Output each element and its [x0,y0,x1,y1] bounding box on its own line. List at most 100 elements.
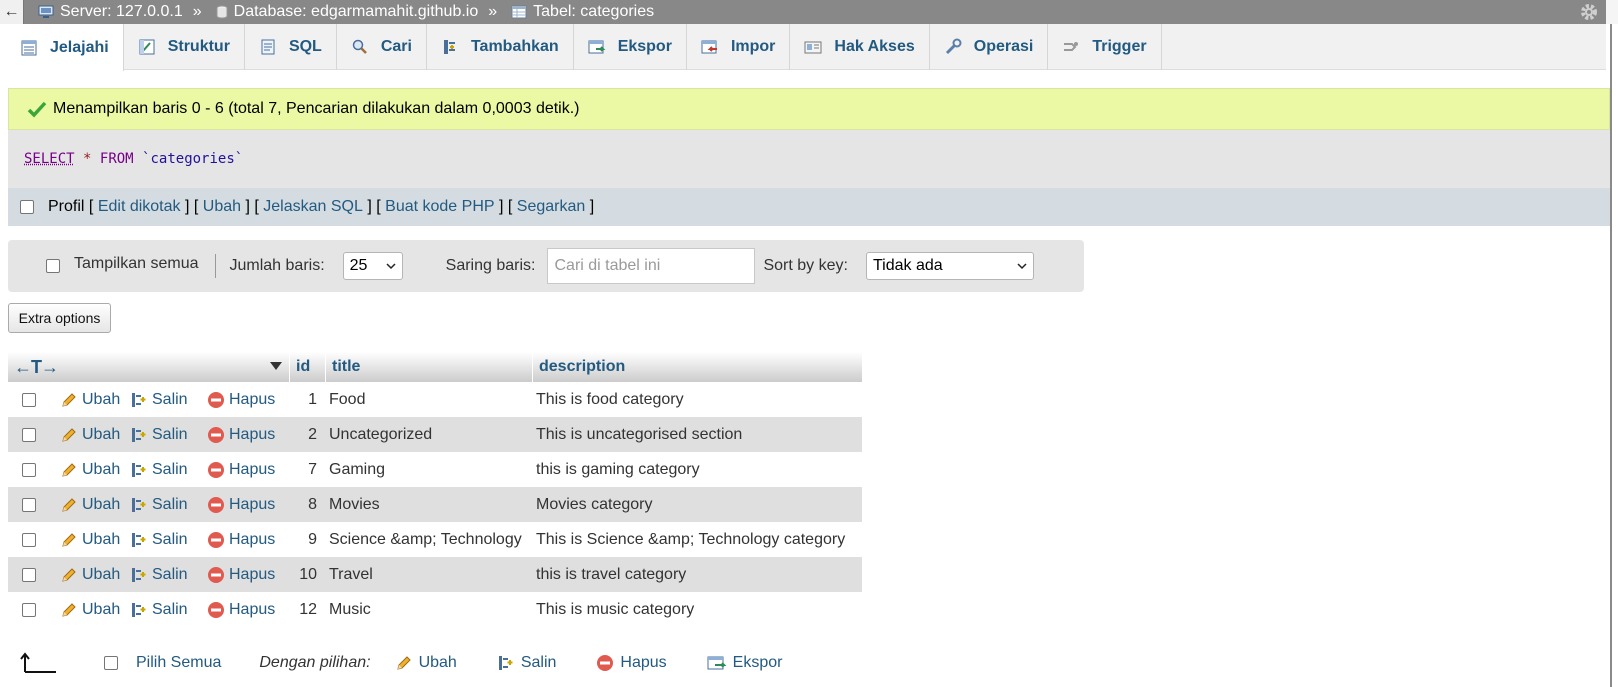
row-checkbox[interactable] [22,497,36,512]
row-checkbox[interactable] [22,532,36,547]
pencil-icon [60,531,78,549]
row-checkbox[interactable] [22,567,36,582]
extra-options-button[interactable]: Extra options [8,303,111,333]
tab-privileges[interactable]: Hak Akses [790,24,930,70]
edit-inline-link[interactable]: Edit dikotak [98,198,181,216]
bulk-delete-button[interactable]: Hapus [596,654,667,672]
pencil-icon [60,601,78,619]
breadcrumb-server[interactable]: Server: 127.0.0.1 [38,3,183,21]
cell-description: Movies category [536,495,653,513]
tab-browse[interactable]: Jelajahi [6,24,124,71]
delete-icon [596,654,614,672]
edit-row-link[interactable]: Ubah [50,391,130,409]
column-header-id[interactable]: id [289,352,325,382]
rows-select[interactable]: 25 [342,252,403,280]
table-row: Ubah Salin Hapus 10 Travel this is trave… [8,557,862,592]
delete-row-link[interactable]: Hapus [207,496,287,514]
explain-sql-link[interactable]: Jelaskan SQL [263,198,363,216]
check-icon [27,100,47,118]
row-checkbox[interactable] [22,392,36,407]
select-all-checkbox[interactable] [104,656,118,670]
cell-description: This is music category [536,600,695,618]
back-arrow-icon[interactable]: ← [0,0,24,24]
table-row: Ubah Salin Hapus 1 Food This is food cat… [8,382,862,417]
breadcrumb-table[interactable]: Tabel: categories [511,3,654,21]
row-checkbox[interactable] [22,602,36,617]
table-header: ←T→ id title description [8,352,862,382]
delete-row-link[interactable]: Hapus [207,601,287,619]
success-text: Menampilkan baris 0 - 6 (total 7, Pencar… [53,100,580,117]
profile-checkbox[interactable] [20,200,34,214]
delete-row-link[interactable]: Hapus [207,426,287,444]
cell-id: 8 [308,495,317,513]
copy-row-link[interactable]: Salin [130,426,207,444]
tab-insert[interactable]: Tambahkan [427,24,574,70]
tab-label: SQL [288,38,322,55]
row-checkbox[interactable] [22,427,36,442]
structure-icon [138,38,156,56]
delete-icon [207,461,225,479]
refresh-link[interactable]: Segarkan [517,198,586,216]
cell-id: 12 [299,600,317,618]
tab-label: Struktur [167,38,230,55]
bulk-actions: Pilih Semua Dengan pilihan: Ubah Salin H… [20,648,822,678]
bulk-copy-button[interactable]: Salin [497,654,556,672]
copy-row-link[interactable]: Salin [130,566,207,584]
bulk-edit-button[interactable]: Ubah [395,654,457,672]
window-edge [1606,0,1618,24]
export-icon [707,654,727,672]
copy-row-link[interactable]: Salin [130,461,207,479]
tab-import[interactable]: Impor [687,24,791,70]
breadcrumb-database[interactable]: Database: edgarmamahit.github.io [216,3,478,21]
edit-row-link[interactable]: Ubah [50,496,130,514]
sql-from-keyword: FROM [99,151,134,167]
results-table: ←T→ id title description Ubah Salin Hapu… [8,352,862,627]
delete-row-link[interactable]: Hapus [207,391,287,409]
table-row: Ubah Salin Hapus 9 Science &amp; Technol… [8,522,862,557]
column-header-title[interactable]: title [325,352,532,382]
column-header-description[interactable]: description [532,352,862,382]
cell-description: This is Science &amp; Technology categor… [536,530,846,548]
edit-row-link[interactable]: Ubah [50,531,130,549]
bulk-export-button[interactable]: Ekspor [707,654,782,672]
scrollbar[interactable] [1610,24,1612,687]
cell-id: 9 [308,530,317,548]
tab-label: Jelajahi [50,38,109,56]
tab-sql[interactable]: SQL [245,24,337,70]
edit-row-link[interactable]: Ubah [50,566,130,584]
success-message: Menampilkan baris 0 - 6 (total 7, Pencar… [8,88,1610,130]
edit-link[interactable]: Ubah [203,198,241,216]
tab-export[interactable]: Ekspor [574,24,687,70]
tab-search[interactable]: Cari [337,24,427,70]
select-all-link[interactable]: Pilih Semua [136,654,221,672]
edit-row-link[interactable]: Ubah [50,601,130,619]
tab-trigger[interactable]: Trigger [1048,24,1162,70]
cell-title: Music [329,600,371,618]
copy-row-link[interactable]: Salin [130,601,207,619]
show-all-checkbox[interactable] [46,259,60,273]
edit-row-link[interactable]: Ubah [50,426,130,444]
create-php-link[interactable]: Buat kode PHP [385,198,494,216]
bulk-delete-label: Hapus [620,654,667,671]
column-toggle-arrows[interactable]: ←T→ [14,357,59,378]
table-row: Ubah Salin Hapus 7 Gaming this is gaming… [8,452,862,487]
delete-icon [207,566,225,584]
copy-row-link[interactable]: Salin [130,531,207,549]
bracket: ] [ [367,198,381,215]
column-menu-icon[interactable] [269,358,283,376]
filter-input[interactable]: Cari di tabel ini [547,248,756,284]
browse-icon [20,39,38,57]
edit-row-link[interactable]: Ubah [50,461,130,479]
row-checkbox[interactable] [22,462,36,477]
sort-select[interactable]: Tidak ada [865,252,1034,280]
tab-operations[interactable]: Operasi [930,24,1049,70]
delete-row-link[interactable]: Hapus [207,531,287,549]
delete-row-link[interactable]: Hapus [207,461,287,479]
copy-row-link[interactable]: Salin [130,391,207,409]
copy-row-link[interactable]: Salin [130,496,207,514]
edit-label: Ubah [82,600,121,618]
delete-row-link[interactable]: Hapus [207,566,287,584]
sql-icon [259,38,277,56]
copy-label: Salin [152,530,188,548]
tab-structure[interactable]: Struktur [124,24,245,70]
